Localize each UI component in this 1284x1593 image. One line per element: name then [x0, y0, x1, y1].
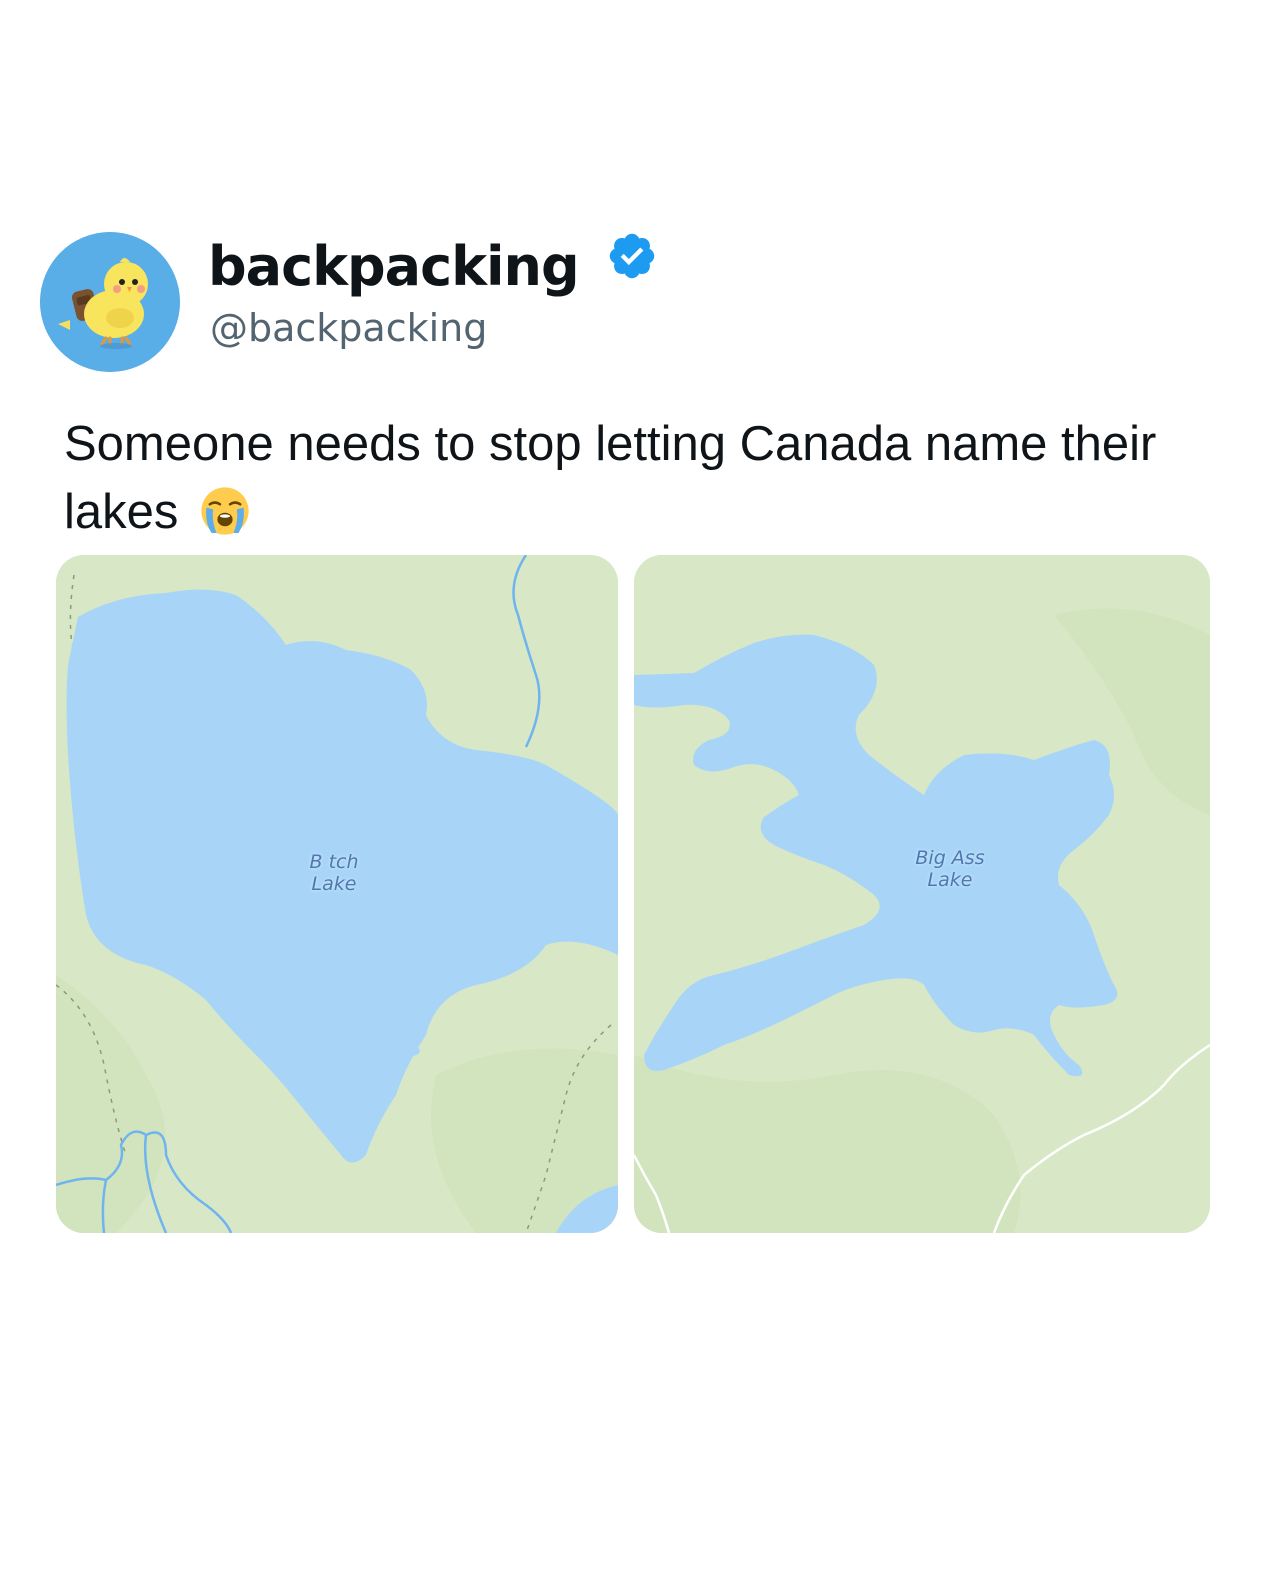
- post-text-line2: lakes: [64, 485, 179, 539]
- verified-badge-icon: [609, 233, 655, 279]
- user-handle[interactable]: @backpacking: [210, 304, 487, 352]
- post-text-line1: Someone needs to stop letting Canada nam…: [64, 417, 1157, 471]
- avatar[interactable]: [40, 232, 180, 372]
- map-right-svg: [634, 555, 1210, 1233]
- display-name[interactable]: backpacking: [208, 232, 580, 302]
- map-image-right[interactable]: Big Ass Lake: [634, 555, 1210, 1233]
- bird-backpacker-icon: [40, 232, 180, 372]
- loudly-crying-face-icon: [201, 487, 249, 535]
- lake-label-left: B tch Lake: [309, 851, 359, 895]
- post-text: Someone needs to stop letting Canada nam…: [64, 410, 1244, 546]
- lake-label-right: Big Ass Lake: [915, 847, 985, 891]
- map-image-left[interactable]: B tch Lake: [56, 555, 618, 1233]
